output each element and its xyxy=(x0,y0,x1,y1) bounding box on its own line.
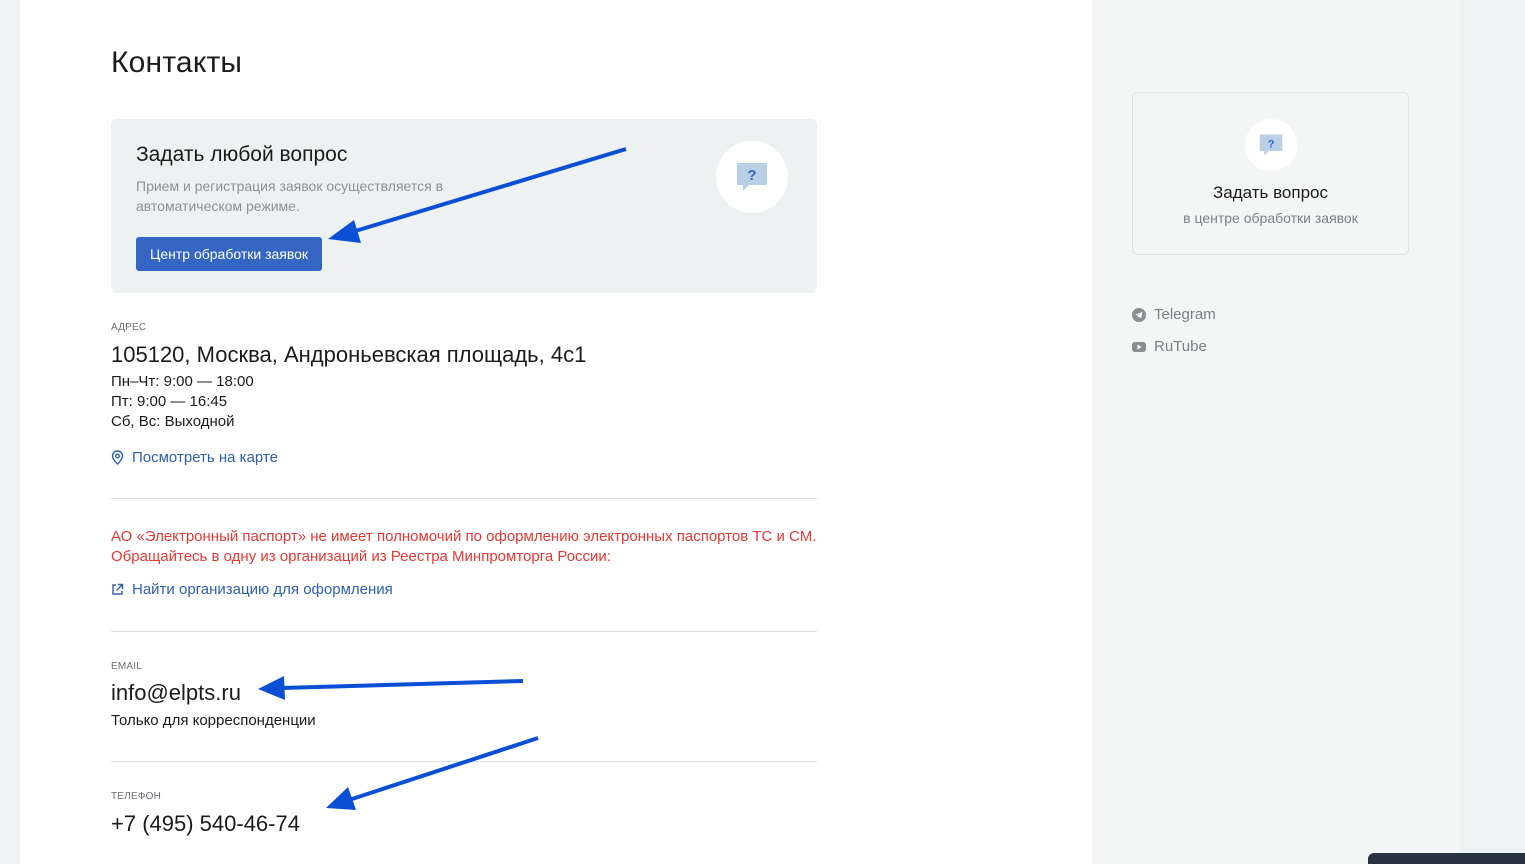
sidebar-card-icon-circle: ? xyxy=(1245,119,1297,171)
divider xyxy=(111,761,817,762)
sidebar-card-title: Задать вопрос xyxy=(1213,183,1328,202)
svg-text:?: ? xyxy=(747,167,756,184)
map-link[interactable]: Посмотреть на карте xyxy=(111,449,278,466)
ask-card-title: Задать любой вопрос xyxy=(136,143,348,166)
question-bubble-icon: ? xyxy=(1259,134,1283,156)
ask-card-icon-circle: ? xyxy=(716,141,788,213)
email-value[interactable]: info@elpts.ru xyxy=(111,680,241,706)
map-link-label: Посмотреть на карте xyxy=(132,449,278,466)
email-label: Email xyxy=(111,661,143,672)
address-value: 105120, Москва, Андроньевская площадь, 4… xyxy=(111,342,587,367)
rutube-icon xyxy=(1132,341,1146,352)
svg-text:?: ? xyxy=(1268,138,1275,150)
page-title: Контакты xyxy=(111,46,243,79)
telegram-label: Telegram xyxy=(1154,306,1216,323)
telegram-link[interactable]: Telegram xyxy=(1132,306,1216,323)
address-label: Адрес xyxy=(111,322,147,333)
phone-label: Телефон xyxy=(111,791,162,802)
hours-weekend: Сб, Вс: Выходной xyxy=(111,413,235,430)
sidebar-ask-card[interactable]: ? Задать вопрос в центре обработки заяво… xyxy=(1132,92,1409,255)
notice-text: АО «Электронный паспорт» не имеет полном… xyxy=(111,528,817,565)
divider xyxy=(111,498,817,499)
rutube-label: RuTube xyxy=(1154,338,1207,355)
find-organization-link[interactable]: Найти организацию для оформления xyxy=(111,581,393,598)
request-center-button[interactable]: Центр обработки заявок xyxy=(136,237,323,271)
ask-card-description: Прием и регистрация заявок осуществляетс… xyxy=(136,178,444,214)
page-margin xyxy=(1460,0,1525,864)
hours-friday: Пт: 9:00 — 16:45 xyxy=(111,393,228,410)
question-bubble-icon: ? xyxy=(737,163,767,191)
rutube-link[interactable]: RuTube xyxy=(1132,338,1207,355)
hours-weekdays: Пн–Чт: 9:00 — 18:00 xyxy=(111,373,254,390)
divider xyxy=(111,631,817,632)
location-pin-icon xyxy=(111,450,124,465)
sidebar-card-subtitle: в центре обработки заявок xyxy=(1183,210,1358,226)
floating-widget[interactable] xyxy=(1368,853,1525,864)
email-note: Только для корреспонденции xyxy=(111,712,316,729)
find-organization-label: Найти организацию для оформления xyxy=(132,581,393,598)
telegram-icon xyxy=(1132,307,1146,322)
phone-value[interactable]: +7 (495) 540-46-74 xyxy=(111,811,300,837)
external-link-icon xyxy=(112,583,124,595)
ask-question-card: Задать любой вопрос Прием и регистрация … xyxy=(111,119,817,293)
